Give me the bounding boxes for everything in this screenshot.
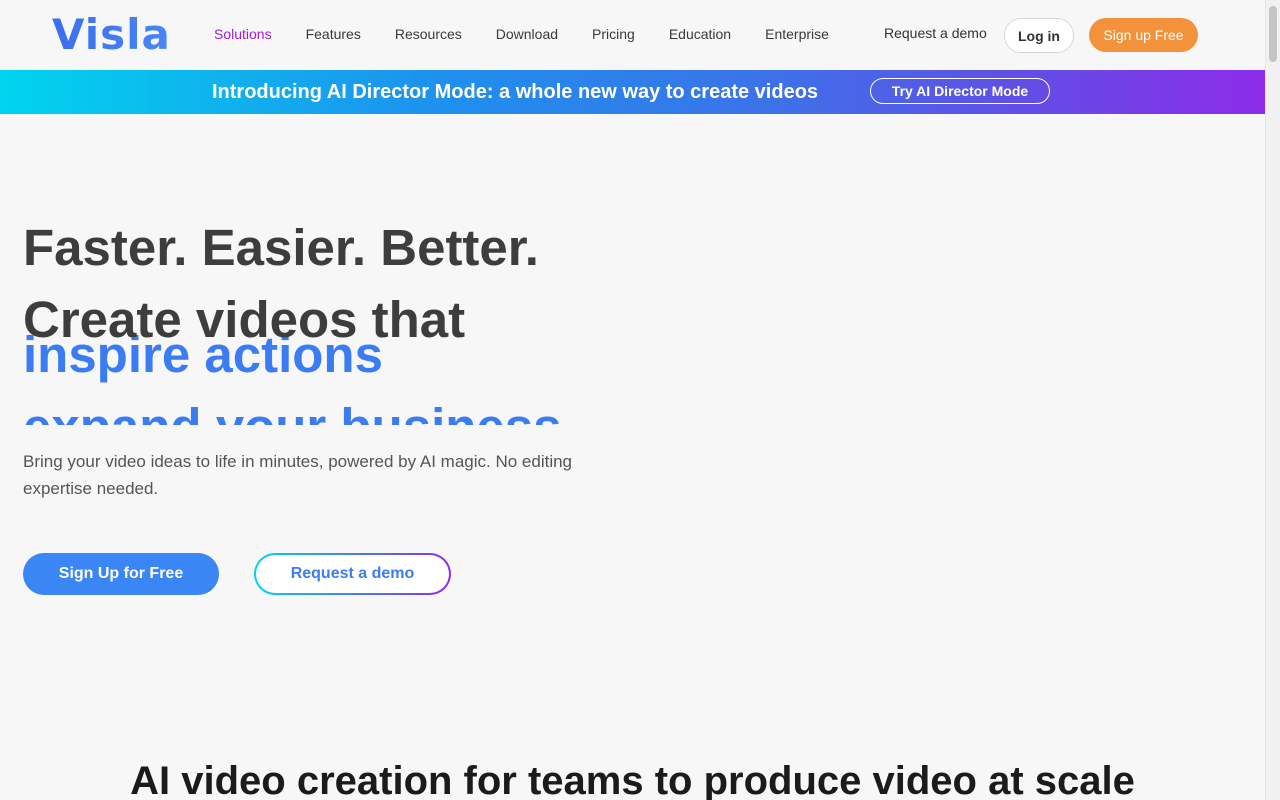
top-navigation: Visla Solutions Features Resources Downl… — [0, 0, 1265, 70]
nav-item-solutions[interactable]: Solutions — [197, 24, 289, 44]
hero-headline: Faster. Easier. Better. — [23, 219, 539, 276]
nav-item-enterprise[interactable]: Enterprise — [748, 24, 846, 44]
scrollbar-thumb[interactable] — [1269, 6, 1277, 62]
rotating-phrase: expand your business — [23, 397, 562, 425]
nav-item-resources[interactable]: Resources — [378, 24, 479, 44]
signup-button[interactable]: Sign up Free — [1089, 18, 1198, 52]
page: Visla Solutions Features Resources Downl… — [0, 0, 1265, 800]
login-button[interactable]: Log in — [1004, 18, 1074, 53]
announcement-banner: Introducing AI Director Mode: a whole ne… — [0, 70, 1265, 114]
nav-item-download[interactable]: Download — [479, 24, 575, 44]
hero-request-demo-button[interactable]: Request a demo — [254, 553, 451, 595]
visla-logo[interactable]: Visla — [52, 10, 171, 60]
nav-item-features[interactable]: Features — [289, 24, 378, 44]
hero-description: Bring your video ideas to life in minute… — [23, 452, 573, 498]
nav-links: Solutions Features Resources Download Pr… — [197, 24, 846, 44]
section-title: AI video creation for teams to produce v… — [130, 759, 1135, 800]
nav-item-pricing[interactable]: Pricing — [575, 24, 652, 44]
page-scrollbar[interactable] — [1265, 0, 1280, 800]
nav-item-education[interactable]: Education — [652, 24, 748, 44]
banner-text: Introducing AI Director Mode: a whole ne… — [212, 81, 819, 103]
hero-signup-button[interactable]: Sign Up for Free — [23, 553, 219, 595]
hero-subheadline: Create videos that — [23, 291, 466, 348]
hero-request-demo-label: Request a demo — [256, 555, 449, 593]
try-director-mode-button[interactable]: Try AI Director Mode — [870, 78, 1050, 104]
request-demo-link[interactable]: Request a demo — [884, 25, 987, 41]
